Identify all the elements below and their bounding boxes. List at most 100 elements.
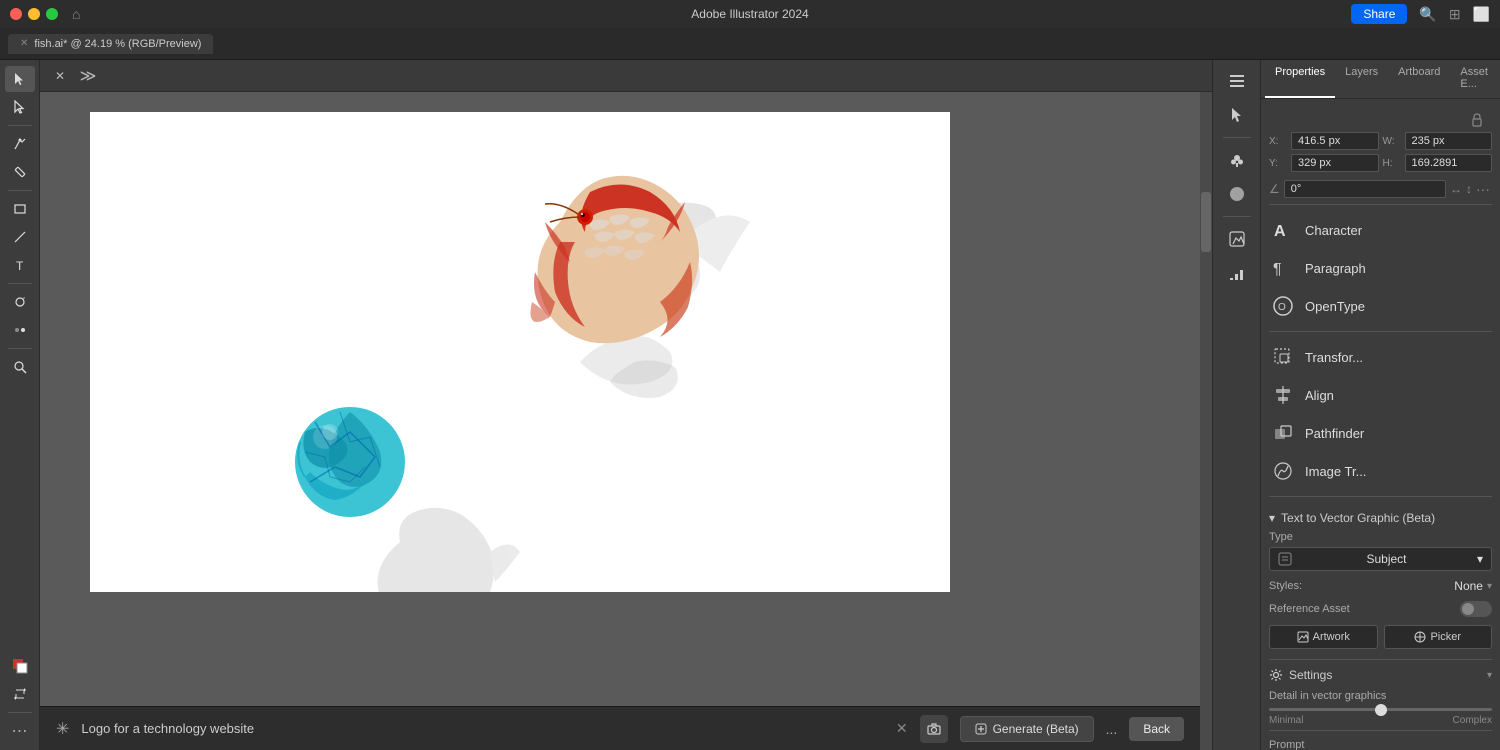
ref-asset-label: Reference Asset bbox=[1269, 603, 1350, 615]
vertical-scrollbar[interactable] bbox=[1200, 92, 1212, 750]
rotate-tool[interactable] bbox=[5, 289, 35, 315]
search-icon[interactable]: 🔍 bbox=[1419, 6, 1436, 23]
camera-icon[interactable] bbox=[920, 715, 948, 743]
x-input[interactable]: 416.5 px bbox=[1291, 132, 1379, 150]
image-trace-item[interactable]: Image Tr... bbox=[1269, 452, 1492, 490]
svg-text:¶: ¶ bbox=[1273, 261, 1282, 278]
rectangle-tool[interactable] bbox=[5, 196, 35, 222]
swap-colors[interactable] bbox=[5, 681, 35, 707]
fill-color[interactable] bbox=[5, 653, 35, 679]
line-tool[interactable] bbox=[5, 224, 35, 250]
character-icon: A bbox=[1269, 216, 1297, 244]
select-icon[interactable] bbox=[1220, 100, 1254, 130]
settings-header[interactable]: Settings ▾ bbox=[1269, 668, 1492, 682]
flip-h-icon[interactable]: ↔ bbox=[1450, 182, 1462, 196]
transform-lock-icon[interactable] bbox=[1470, 113, 1484, 130]
close-button[interactable] bbox=[10, 8, 22, 20]
blend-tool[interactable] bbox=[5, 317, 35, 343]
top-controls: ✕ ≫ bbox=[40, 60, 1212, 92]
image-trace-icon[interactable] bbox=[1220, 224, 1254, 254]
text-to-vector-section: ▾ Text to Vector Graphic (Beta) Type Sub… bbox=[1269, 503, 1492, 750]
maximize-button[interactable] bbox=[46, 8, 58, 20]
minimize-button[interactable] bbox=[28, 8, 40, 20]
traffic-lights: ⌂ bbox=[10, 6, 88, 22]
scrollbar-thumb[interactable] bbox=[1201, 192, 1211, 252]
transform-item[interactable]: Transfor... bbox=[1269, 338, 1492, 376]
x-label: X: bbox=[1269, 136, 1287, 147]
window-icon[interactable]: ⬜ bbox=[1473, 6, 1490, 23]
flip-v-icon[interactable]: ↕ bbox=[1466, 182, 1472, 196]
select-tool[interactable] bbox=[5, 66, 35, 92]
settings-label: Settings bbox=[1289, 668, 1332, 682]
tab-artboard[interactable]: Artboard bbox=[1388, 60, 1450, 98]
tab-close-icon[interactable]: ✕ bbox=[20, 38, 28, 49]
prompt-clear-icon[interactable]: ✕ bbox=[896, 720, 908, 737]
close-panel-icon[interactable]: ✕ bbox=[48, 64, 72, 88]
transform-icon bbox=[1269, 343, 1297, 371]
opentype-panel-item[interactable]: O OpenType bbox=[1269, 287, 1492, 325]
pencil-tool[interactable] bbox=[5, 159, 35, 185]
flip-icons: ↔ ↕ bbox=[1450, 182, 1472, 196]
y-label: Y: bbox=[1269, 158, 1287, 169]
picker-button[interactable]: Picker bbox=[1384, 625, 1493, 649]
artwork-button[interactable]: Artwork bbox=[1269, 625, 1378, 649]
prompt-sparkle-icon: ✳ bbox=[56, 719, 69, 739]
toolbar-separator-2 bbox=[8, 190, 32, 191]
properties-icon[interactable] bbox=[1220, 66, 1254, 96]
more-tools[interactable]: ⋯ bbox=[5, 718, 35, 744]
styles-chevron-icon: ▾ bbox=[1487, 581, 1492, 592]
tab-bar: ✕ fish.ai* @ 24.19 % (RGB/Preview) bbox=[0, 28, 1500, 60]
share-button[interactable]: Share bbox=[1351, 4, 1407, 24]
ttv-header[interactable]: ▾ Text to Vector Graphic (Beta) bbox=[1269, 503, 1492, 531]
angle-icon: ∠ bbox=[1269, 182, 1280, 196]
graph-icon[interactable] bbox=[1220, 258, 1254, 288]
canvas-area: ✕ ≫ bbox=[40, 60, 1212, 750]
panel-top-icons bbox=[1269, 107, 1492, 132]
styles-dropdown[interactable]: None ▾ bbox=[1454, 579, 1492, 593]
ttv-label: Text to Vector Graphic (Beta) bbox=[1281, 511, 1435, 525]
paragraph-panel-item[interactable]: ¶ Paragraph bbox=[1269, 249, 1492, 287]
character-panel-item[interactable]: A Character bbox=[1269, 211, 1492, 249]
main-layout: T ⋯ ✕ ≫ bbox=[0, 60, 1500, 750]
zoom-tool[interactable] bbox=[5, 354, 35, 380]
pathfinder-item[interactable]: Pathfinder bbox=[1269, 414, 1492, 452]
generate-button[interactable]: Generate (Beta) bbox=[960, 716, 1094, 742]
toggle-thumb bbox=[1462, 603, 1474, 615]
w-field: W: 235 px bbox=[1383, 132, 1493, 150]
more-options-icon[interactable]: ··· bbox=[1476, 181, 1492, 197]
h-input[interactable]: 169.2891 bbox=[1405, 154, 1493, 172]
w-input[interactable]: 235 px bbox=[1405, 132, 1493, 150]
drawing-canvas[interactable] bbox=[40, 92, 1212, 750]
home-icon[interactable]: ⌂ bbox=[72, 6, 88, 22]
slider-track bbox=[1269, 708, 1492, 711]
tab-properties[interactable]: Properties bbox=[1265, 60, 1335, 98]
artwork-label: Artwork bbox=[1313, 631, 1350, 643]
opentype-label: OpenType bbox=[1305, 299, 1365, 314]
grid-icon[interactable]: ⊞ bbox=[1449, 6, 1461, 23]
panel-tabs: Properties Layers Artboard Asset E... bbox=[1261, 60, 1500, 99]
file-tab[interactable]: ✕ fish.ai* @ 24.19 % (RGB/Preview) bbox=[8, 34, 213, 54]
type-value: Subject bbox=[1366, 552, 1406, 566]
more-options-button[interactable]: ... bbox=[1106, 721, 1118, 737]
expand-icon[interactable]: ≫ bbox=[76, 64, 100, 88]
angle-input[interactable]: 0° bbox=[1284, 180, 1446, 198]
tab-layers[interactable]: Layers bbox=[1335, 60, 1388, 98]
mid-separator bbox=[1223, 137, 1251, 138]
ref-asset-toggle[interactable] bbox=[1460, 601, 1492, 617]
slider-min-label: Minimal bbox=[1269, 715, 1303, 726]
type-dropdown[interactable]: Subject ▾ bbox=[1269, 547, 1492, 571]
tab-asset-export[interactable]: Asset E... bbox=[1450, 60, 1498, 98]
image-trace-icon2 bbox=[1269, 457, 1297, 485]
y-input[interactable]: 329 px bbox=[1291, 154, 1379, 172]
slider-thumb bbox=[1375, 704, 1387, 716]
type-tool[interactable]: T bbox=[5, 252, 35, 278]
pen-tool[interactable] bbox=[5, 131, 35, 157]
detail-slider[interactable] bbox=[1269, 708, 1492, 711]
circle-tool-icon[interactable] bbox=[1220, 179, 1254, 209]
back-button[interactable]: Back bbox=[1129, 717, 1184, 741]
image-trace-label: Image Tr... bbox=[1305, 464, 1366, 479]
align-item[interactable]: Align bbox=[1269, 376, 1492, 414]
direct-select-tool[interactable] bbox=[5, 94, 35, 120]
club-icon[interactable] bbox=[1220, 145, 1254, 175]
app-title: Adobe Illustrator 2024 bbox=[691, 7, 808, 21]
